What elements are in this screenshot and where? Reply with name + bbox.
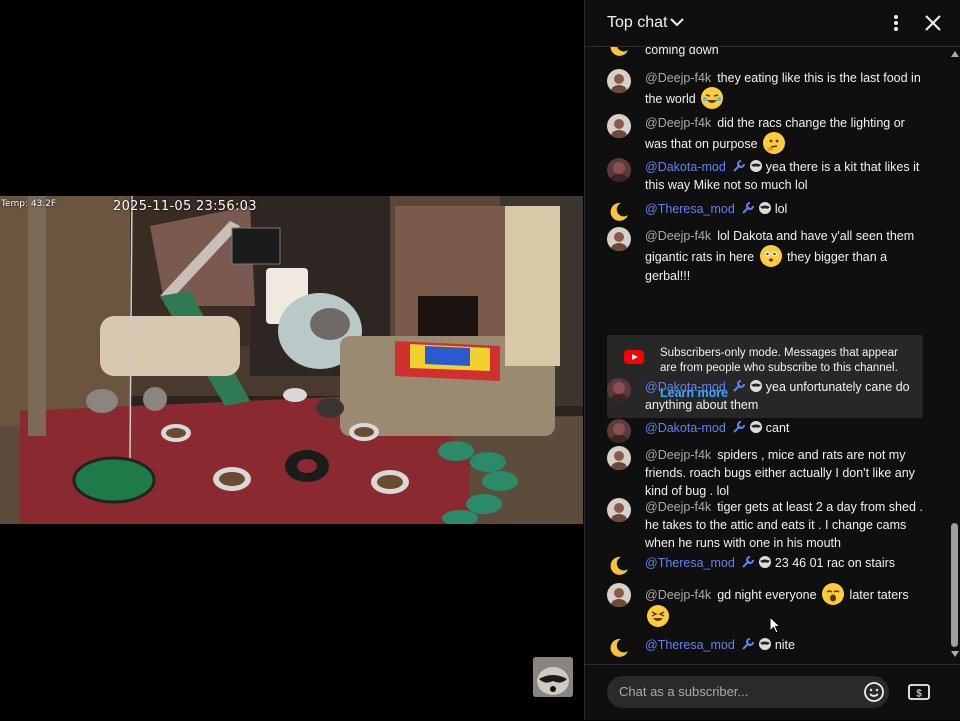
laughing-tears-emoji-icon [701,87,724,109]
grinning-squint-emoji-icon [647,605,669,627]
scrollbar-thumb[interactable] [951,523,958,647]
raccoon-room-scene [0,196,583,524]
user-avatar[interactable] [607,498,631,522]
thinking-emoji-icon [763,132,786,154]
wrench-icon [742,202,754,214]
message-author-moderator[interactable]: @Dakota-mod [645,160,726,174]
raccoon-badge-icon [749,160,762,172]
user-avatar[interactable] [607,227,631,251]
user-avatar[interactable] [607,419,631,443]
scroll-down-arrow-icon[interactable] [951,651,959,657]
message-author-moderator[interactable]: @Theresa_mod [645,556,735,570]
close-icon[interactable] [923,13,943,33]
message-author-moderator[interactable]: @Theresa_mod [645,638,735,652]
raccoon-badge-icon [749,380,762,392]
chat-header: Top chat [585,0,960,47]
raccoon-face-icon [533,657,573,697]
super-chat-icon[interactable]: $ [907,681,931,703]
youtube-logo-icon [624,350,644,364]
message-author[interactable]: @Deejp-f4k [645,588,711,602]
message-author[interactable]: @Deejp-f4k [645,116,711,130]
subscribers-notice-text: Subscribers-only mode. Messages that app… [660,347,898,374]
moon-avatar[interactable] [607,200,631,224]
wrench-icon [733,160,745,172]
message-text: lol [774,202,788,216]
wrench-icon [742,556,754,568]
mouse-cursor-icon [769,616,781,634]
user-avatar[interactable] [607,583,631,607]
message-text-continued: later taters [849,588,909,602]
chat-message-input[interactable]: Chat as a subscriber... [607,676,889,708]
camera-temperature-overlay: Temp: 43.2F [1,199,57,209]
wrench-icon [733,380,745,392]
raccoon-badge-icon [749,421,762,433]
flushed-emoji-icon [759,245,782,267]
live-chat-panel: Top chat coming down @Deejp-f4k they eati… [584,0,960,720]
user-avatar[interactable] [607,158,631,182]
message-author-moderator[interactable]: @Dakota-mod [645,380,726,394]
message-author[interactable]: @Deejp-f4k [645,71,711,85]
moon-avatar[interactable] [607,554,631,578]
yawning-emoji-icon [822,583,845,605]
message-author-moderator[interactable]: @Dakota-mod [645,421,726,435]
user-avatar[interactable] [607,114,631,138]
user-avatar[interactable] [607,446,631,470]
moon-avatar [607,47,631,59]
message-author[interactable]: @Deejp-f4k [645,448,711,462]
scroll-up-arrow-icon[interactable] [951,51,959,57]
user-avatar[interactable] [607,378,631,402]
raccoon-badge-icon [758,638,771,650]
chat-scrollbar[interactable] [948,47,960,663]
raccoon-badge-icon [758,202,771,214]
wrench-icon [733,421,745,433]
moon-avatar[interactable] [607,636,631,660]
emoji-picker-icon[interactable] [863,681,885,703]
message-text: 23 46 01 rac on stairs [774,556,896,570]
chat-input-placeholder: Chat as a subscriber... [619,684,749,699]
message-text: coming down [645,47,719,57]
svg-text:$: $ [916,689,922,700]
message-author[interactable]: @Deejp-f4k [645,500,711,514]
message-author-moderator[interactable]: @Theresa_mod [645,202,735,216]
message-author[interactable]: @Deejp-f4k [645,229,711,243]
chevron-down-icon[interactable] [669,14,685,30]
chat-message-list[interactable]: coming down @Deejp-f4k they eating like t… [585,47,947,663]
raccoon-badge-icon [758,556,771,568]
raccoon-thumbnail[interactable] [533,657,573,697]
chat-input-area: Chat as a subscriber... $ [585,664,960,721]
message-text: gd night everyone [717,588,817,602]
livestream-video[interactable] [0,196,583,524]
user-avatar[interactable] [607,69,631,93]
more-options-icon[interactable] [887,13,905,33]
camera-timestamp-overlay: 2025-11-05 23:56:03 [113,199,257,214]
message-text: cant [765,421,790,435]
wrench-icon [742,638,754,650]
message-text: nite [774,638,795,652]
chat-mode-selector[interactable]: Top chat [607,14,667,32]
